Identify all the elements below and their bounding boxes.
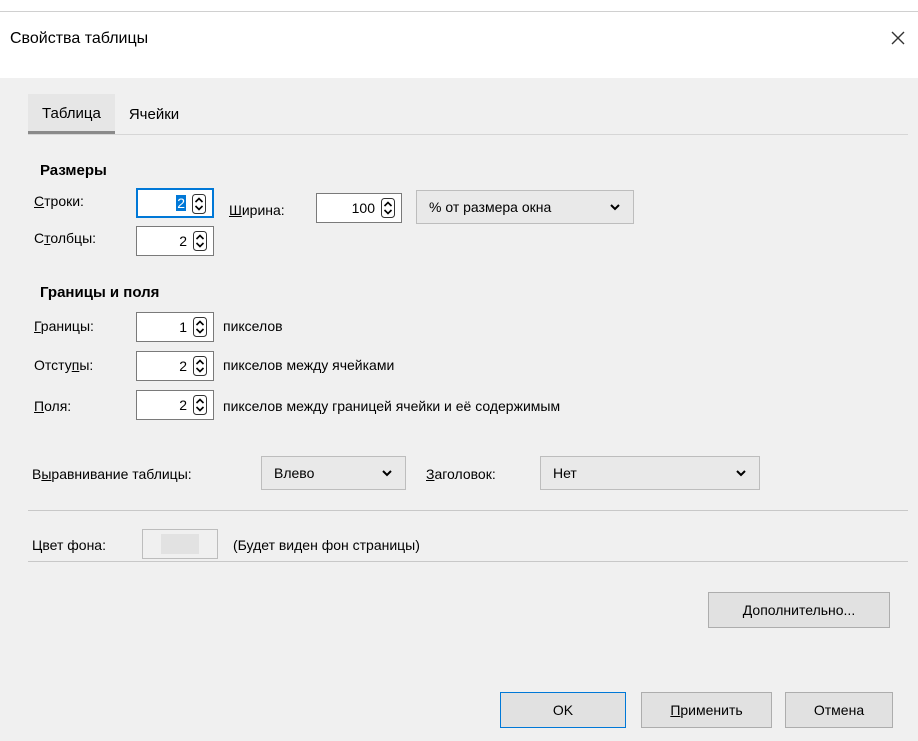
spacing-spin-arrows[interactable] (190, 355, 210, 377)
padding-label-text: оля: (44, 398, 72, 414)
spacing-label-pre: Отсту (34, 357, 72, 373)
tab-table[interactable]: Таблица (28, 94, 115, 134)
caption-label-text: аголовок: (434, 466, 496, 482)
padding-value: 2 (179, 397, 187, 413)
spacing-label-text: ы: (79, 357, 94, 373)
padding-label: Поля: (34, 398, 71, 414)
spin-updown-icon (193, 317, 207, 337)
borders-section-title: Границы и поля (40, 284, 160, 301)
cols-spin-arrows[interactable] (190, 230, 210, 252)
caption-dropdown[interactable]: Нет (540, 456, 760, 490)
spin-updown-icon (193, 395, 207, 415)
rows-label-text: троки: (44, 193, 84, 209)
padding-label-mnemonic: П (34, 398, 45, 414)
ok-button[interactable]: OK (500, 692, 626, 728)
spacing-spinbox[interactable]: 2 (136, 351, 214, 381)
spacing-label: Отступы: (34, 357, 93, 373)
border-spin-arrows[interactable] (190, 316, 210, 338)
alignment-label: Выравнивание таблицы: (32, 466, 192, 482)
tab-divider (28, 134, 908, 135)
title-bar: Свойства таблицы (0, 0, 918, 78)
caption-value: Нет (553, 465, 577, 481)
width-label-text: ирина: (241, 202, 285, 218)
border-label: Границы: (34, 318, 94, 334)
tab-bar: Таблица Ячейки (28, 94, 193, 134)
separator-bottom (28, 561, 908, 562)
cols-spinbox[interactable]: 2 (136, 226, 214, 256)
rows-value: 2 (176, 195, 186, 211)
bg-color-note: (Будет виден фон страницы) (233, 537, 420, 553)
apply-text: рименить (680, 702, 743, 718)
width-spinbox[interactable]: 100 (316, 193, 402, 223)
spin-updown-icon (192, 194, 206, 214)
tab-cells[interactable]: Ячейки (115, 94, 193, 134)
rows-label: Строки: (34, 193, 84, 209)
width-value: 100 (351, 200, 375, 216)
cols-label-text: олбцы: (50, 230, 97, 246)
dialog-title: Свойства таблицы (10, 30, 149, 47)
alignment-label-text: равнивание таблицы: (51, 466, 192, 482)
alignment-label-pre: В (32, 466, 42, 482)
spacing-value: 2 (179, 358, 187, 374)
alignment-label-mnemonic: ы (41, 466, 52, 482)
spin-updown-icon (381, 198, 395, 218)
width-label-mnemonic: Ш (229, 202, 242, 218)
rows-spinbox[interactable]: 2 (136, 188, 214, 218)
bg-color-button[interactable] (142, 529, 218, 559)
top-border (0, 11, 918, 12)
table-properties-dialog: Свойства таблицы Таблица Ячейки Размеры … (0, 0, 918, 741)
cols-label-pre: С (34, 230, 45, 246)
width-spin-arrows[interactable] (378, 197, 398, 219)
bg-color-swatch (161, 534, 199, 554)
chevron-down-icon (610, 204, 620, 211)
advanced-button[interactable]: Дополнительно... (708, 592, 890, 628)
bg-color-label: Цвет фона: (32, 537, 106, 553)
close-icon (891, 31, 905, 45)
close-button[interactable] (878, 18, 918, 58)
spacing-unit: пикселов между ячейками (223, 357, 395, 373)
padding-spinbox[interactable]: 2 (136, 390, 214, 420)
cols-value: 2 (179, 233, 187, 249)
alignment-dropdown[interactable]: Влево (261, 456, 406, 490)
cols-label: Столбцы: (34, 230, 96, 246)
chevron-down-icon (382, 470, 392, 477)
border-label-mnemonic: Г (34, 318, 41, 334)
width-unit-value: % от размера окна (429, 199, 552, 215)
chevron-down-icon (736, 470, 746, 477)
border-spinbox[interactable]: 1 (136, 312, 214, 342)
cancel-button[interactable]: Отмена (785, 692, 893, 728)
width-label: Ширина: (229, 202, 285, 218)
padding-spin-arrows[interactable] (190, 394, 210, 416)
apply-button[interactable]: Применить (641, 692, 772, 728)
alignment-value: Влево (274, 465, 315, 481)
rows-spin-arrows[interactable] (189, 193, 209, 215)
width-unit-dropdown[interactable]: % от размера окна (416, 190, 634, 224)
border-value: 1 (179, 319, 187, 335)
caption-label: Заголовок: (426, 466, 496, 482)
apply-mnemonic: П (670, 702, 681, 718)
border-unit: пикселов (223, 318, 283, 334)
spin-updown-icon (193, 356, 207, 376)
border-label-text: раницы: (40, 318, 94, 334)
sizes-section-title: Размеры (40, 162, 107, 179)
spin-updown-icon (193, 231, 207, 251)
separator-top (28, 510, 908, 511)
dialog-content: Таблица Ячейки Размеры Строки: 2 Ширина:… (0, 78, 918, 741)
padding-unit: пикселов между границей ячейки и её соде… (223, 398, 561, 414)
rows-label-mnemonic: С (34, 193, 45, 209)
